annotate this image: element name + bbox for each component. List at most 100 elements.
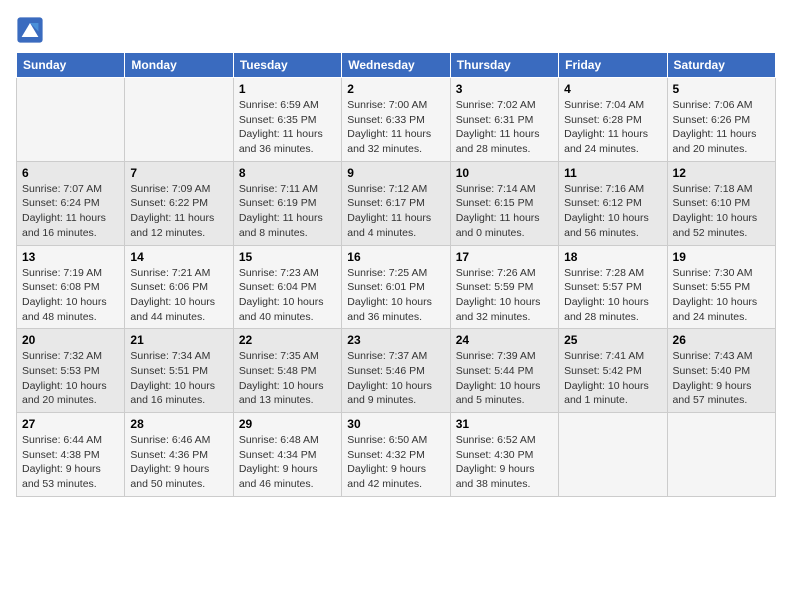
day-info: Sunrise: 7:43 AM Sunset: 5:40 PM Dayligh…	[673, 349, 770, 408]
calendar-cell: 21Sunrise: 7:34 AM Sunset: 5:51 PM Dayli…	[125, 329, 233, 413]
day-number: 10	[456, 166, 553, 180]
calendar-cell	[125, 78, 233, 162]
calendar-cell: 25 Sunrise: 7:41 AM Sunset: 5:42 PM Dayli…	[559, 329, 667, 413]
calendar-week-row: 13 Sunrise: 7:19 AM Sunset: 6:08 PM Dayli…	[17, 245, 776, 329]
day-number: 15	[239, 250, 336, 264]
column-header-saturday: Saturday	[667, 53, 775, 78]
day-info: Sunrise: 7:30 AM Sunset: 5:55 PM Dayligh…	[673, 266, 770, 325]
day-number: 3	[456, 82, 553, 96]
day-info: Sunrise: 7:19 AM Sunset: 6:08 PM Dayligh…	[22, 266, 119, 325]
day-number: 25	[564, 333, 661, 347]
calendar-cell: 22 Sunrise: 7:35 AM Sunset: 5:48 PM Dayli…	[233, 329, 341, 413]
calendar-week-row: 20 Sunrise: 7:32 AM Sunset: 5:53 PM Dayli…	[17, 329, 776, 413]
calendar-week-row: 6 Sunrise: 7:07 AM Sunset: 6:24 PM Daylig…	[17, 161, 776, 245]
calendar-week-row: 1 Sunrise: 6:59 AM Sunset: 6:35 PM Daylig…	[17, 78, 776, 162]
calendar-cell: 16 Sunrise: 7:25 AM Sunset: 6:01 PM Dayli…	[342, 245, 450, 329]
logo	[16, 16, 48, 44]
calendar-cell: 8 Sunrise: 7:11 AM Sunset: 6:19 PM Daylig…	[233, 161, 341, 245]
day-info: Sunrise: 6:48 AM Sunset: 4:34 PM Dayligh…	[239, 433, 336, 492]
day-number: 17	[456, 250, 553, 264]
day-number: 4	[564, 82, 661, 96]
day-number: 20	[22, 333, 119, 347]
day-number: 29	[239, 417, 336, 431]
column-header-friday: Friday	[559, 53, 667, 78]
day-info: Sunrise: 6:46 AM Sunset: 4:36 PM Dayligh…	[130, 433, 227, 492]
day-number: 31	[456, 417, 553, 431]
day-number: 11	[564, 166, 661, 180]
day-info: Sunrise: 7:32 AM Sunset: 5:53 PM Dayligh…	[22, 349, 119, 408]
calendar-cell: 9 Sunrise: 7:12 AM Sunset: 6:17 PM Daylig…	[342, 161, 450, 245]
day-number: 21	[130, 333, 227, 347]
calendar-cell	[667, 413, 775, 497]
calendar-cell: 29 Sunrise: 6:48 AM Sunset: 4:34 PM Dayli…	[233, 413, 341, 497]
calendar-cell: 30 Sunrise: 6:50 AM Sunset: 4:32 PM Dayli…	[342, 413, 450, 497]
day-info: Sunrise: 7:18 AM Sunset: 6:10 PM Dayligh…	[673, 182, 770, 241]
day-info: Sunrise: 7:21 AM Sunset: 6:06 PM Dayligh…	[130, 266, 227, 325]
day-info: Sunrise: 7:00 AM Sunset: 6:33 PM Dayligh…	[347, 98, 444, 157]
day-number: 5	[673, 82, 770, 96]
logo-icon	[16, 16, 44, 44]
calendar-cell: 3 Sunrise: 7:02 AM Sunset: 6:31 PM Daylig…	[450, 78, 558, 162]
day-number: 18	[564, 250, 661, 264]
day-info: Sunrise: 7:09 AM Sunset: 6:22 PM Dayligh…	[130, 182, 227, 241]
day-info: Sunrise: 7:07 AM Sunset: 6:24 PM Dayligh…	[22, 182, 119, 241]
day-info: Sunrise: 7:14 AM Sunset: 6:15 PM Dayligh…	[456, 182, 553, 241]
calendar-cell: 7Sunrise: 7:09 AM Sunset: 6:22 PM Daylig…	[125, 161, 233, 245]
calendar-cell: 5 Sunrise: 7:06 AM Sunset: 6:26 PM Daylig…	[667, 78, 775, 162]
day-number: 28	[130, 417, 227, 431]
column-header-tuesday: Tuesday	[233, 53, 341, 78]
calendar-cell: 18 Sunrise: 7:28 AM Sunset: 5:57 PM Dayli…	[559, 245, 667, 329]
calendar-cell	[17, 78, 125, 162]
day-number: 12	[673, 166, 770, 180]
calendar-cell: 15 Sunrise: 7:23 AM Sunset: 6:04 PM Dayli…	[233, 245, 341, 329]
day-info: Sunrise: 7:11 AM Sunset: 6:19 PM Dayligh…	[239, 182, 336, 241]
day-number: 26	[673, 333, 770, 347]
calendar-cell: 23Sunrise: 7:37 AM Sunset: 5:46 PM Dayli…	[342, 329, 450, 413]
day-info: Sunrise: 7:12 AM Sunset: 6:17 PM Dayligh…	[347, 182, 444, 241]
day-info: Sunrise: 6:44 AM Sunset: 4:38 PM Dayligh…	[22, 433, 119, 492]
day-info: Sunrise: 7:04 AM Sunset: 6:28 PM Dayligh…	[564, 98, 661, 157]
day-info: Sunrise: 7:16 AM Sunset: 6:12 PM Dayligh…	[564, 182, 661, 241]
day-number: 1	[239, 82, 336, 96]
calendar-cell: 2 Sunrise: 7:00 AM Sunset: 6:33 PM Daylig…	[342, 78, 450, 162]
day-info: Sunrise: 7:41 AM Sunset: 5:42 PM Dayligh…	[564, 349, 661, 408]
calendar-cell: 13 Sunrise: 7:19 AM Sunset: 6:08 PM Dayli…	[17, 245, 125, 329]
day-number: 2	[347, 82, 444, 96]
day-info: Sunrise: 7:25 AM Sunset: 6:01 PM Dayligh…	[347, 266, 444, 325]
day-info: Sunrise: 7:02 AM Sunset: 6:31 PM Dayligh…	[456, 98, 553, 157]
calendar-cell: 27 Sunrise: 6:44 AM Sunset: 4:38 PM Dayli…	[17, 413, 125, 497]
day-info: Sunrise: 7:35 AM Sunset: 5:48 PM Dayligh…	[239, 349, 336, 408]
calendar-cell: 11 Sunrise: 7:16 AM Sunset: 6:12 PM Dayli…	[559, 161, 667, 245]
day-number: 16	[347, 250, 444, 264]
calendar-cell: 1 Sunrise: 6:59 AM Sunset: 6:35 PM Daylig…	[233, 78, 341, 162]
calendar-cell: 6 Sunrise: 7:07 AM Sunset: 6:24 PM Daylig…	[17, 161, 125, 245]
day-number: 19	[673, 250, 770, 264]
day-number: 24	[456, 333, 553, 347]
column-header-monday: Monday	[125, 53, 233, 78]
calendar-cell: 12 Sunrise: 7:18 AM Sunset: 6:10 PM Dayli…	[667, 161, 775, 245]
day-number: 30	[347, 417, 444, 431]
day-info: Sunrise: 6:50 AM Sunset: 4:32 PM Dayligh…	[347, 433, 444, 492]
day-number: 13	[22, 250, 119, 264]
calendar-table: SundayMondayTuesdayWednesdayThursdayFrid…	[16, 52, 776, 497]
day-number: 8	[239, 166, 336, 180]
calendar-cell: 24 Sunrise: 7:39 AM Sunset: 5:44 PM Dayli…	[450, 329, 558, 413]
day-number: 9	[347, 166, 444, 180]
day-number: 6	[22, 166, 119, 180]
calendar-week-row: 27 Sunrise: 6:44 AM Sunset: 4:38 PM Dayli…	[17, 413, 776, 497]
calendar-cell: 26 Sunrise: 7:43 AM Sunset: 5:40 PM Dayli…	[667, 329, 775, 413]
day-number: 14	[130, 250, 227, 264]
day-number: 23	[347, 333, 444, 347]
day-info: Sunrise: 7:23 AM Sunset: 6:04 PM Dayligh…	[239, 266, 336, 325]
day-number: 27	[22, 417, 119, 431]
day-info: Sunrise: 6:52 AM Sunset: 4:30 PM Dayligh…	[456, 433, 553, 492]
calendar-cell: 10 Sunrise: 7:14 AM Sunset: 6:15 PM Dayli…	[450, 161, 558, 245]
calendar-cell: 17Sunrise: 7:26 AM Sunset: 5:59 PM Dayli…	[450, 245, 558, 329]
column-header-thursday: Thursday	[450, 53, 558, 78]
day-info: Sunrise: 7:06 AM Sunset: 6:26 PM Dayligh…	[673, 98, 770, 157]
day-info: Sunrise: 7:39 AM Sunset: 5:44 PM Dayligh…	[456, 349, 553, 408]
calendar-cell: 28 Sunrise: 6:46 AM Sunset: 4:36 PM Dayli…	[125, 413, 233, 497]
day-info: Sunrise: 7:28 AM Sunset: 5:57 PM Dayligh…	[564, 266, 661, 325]
day-info: Sunrise: 6:59 AM Sunset: 6:35 PM Dayligh…	[239, 98, 336, 157]
day-number: 22	[239, 333, 336, 347]
